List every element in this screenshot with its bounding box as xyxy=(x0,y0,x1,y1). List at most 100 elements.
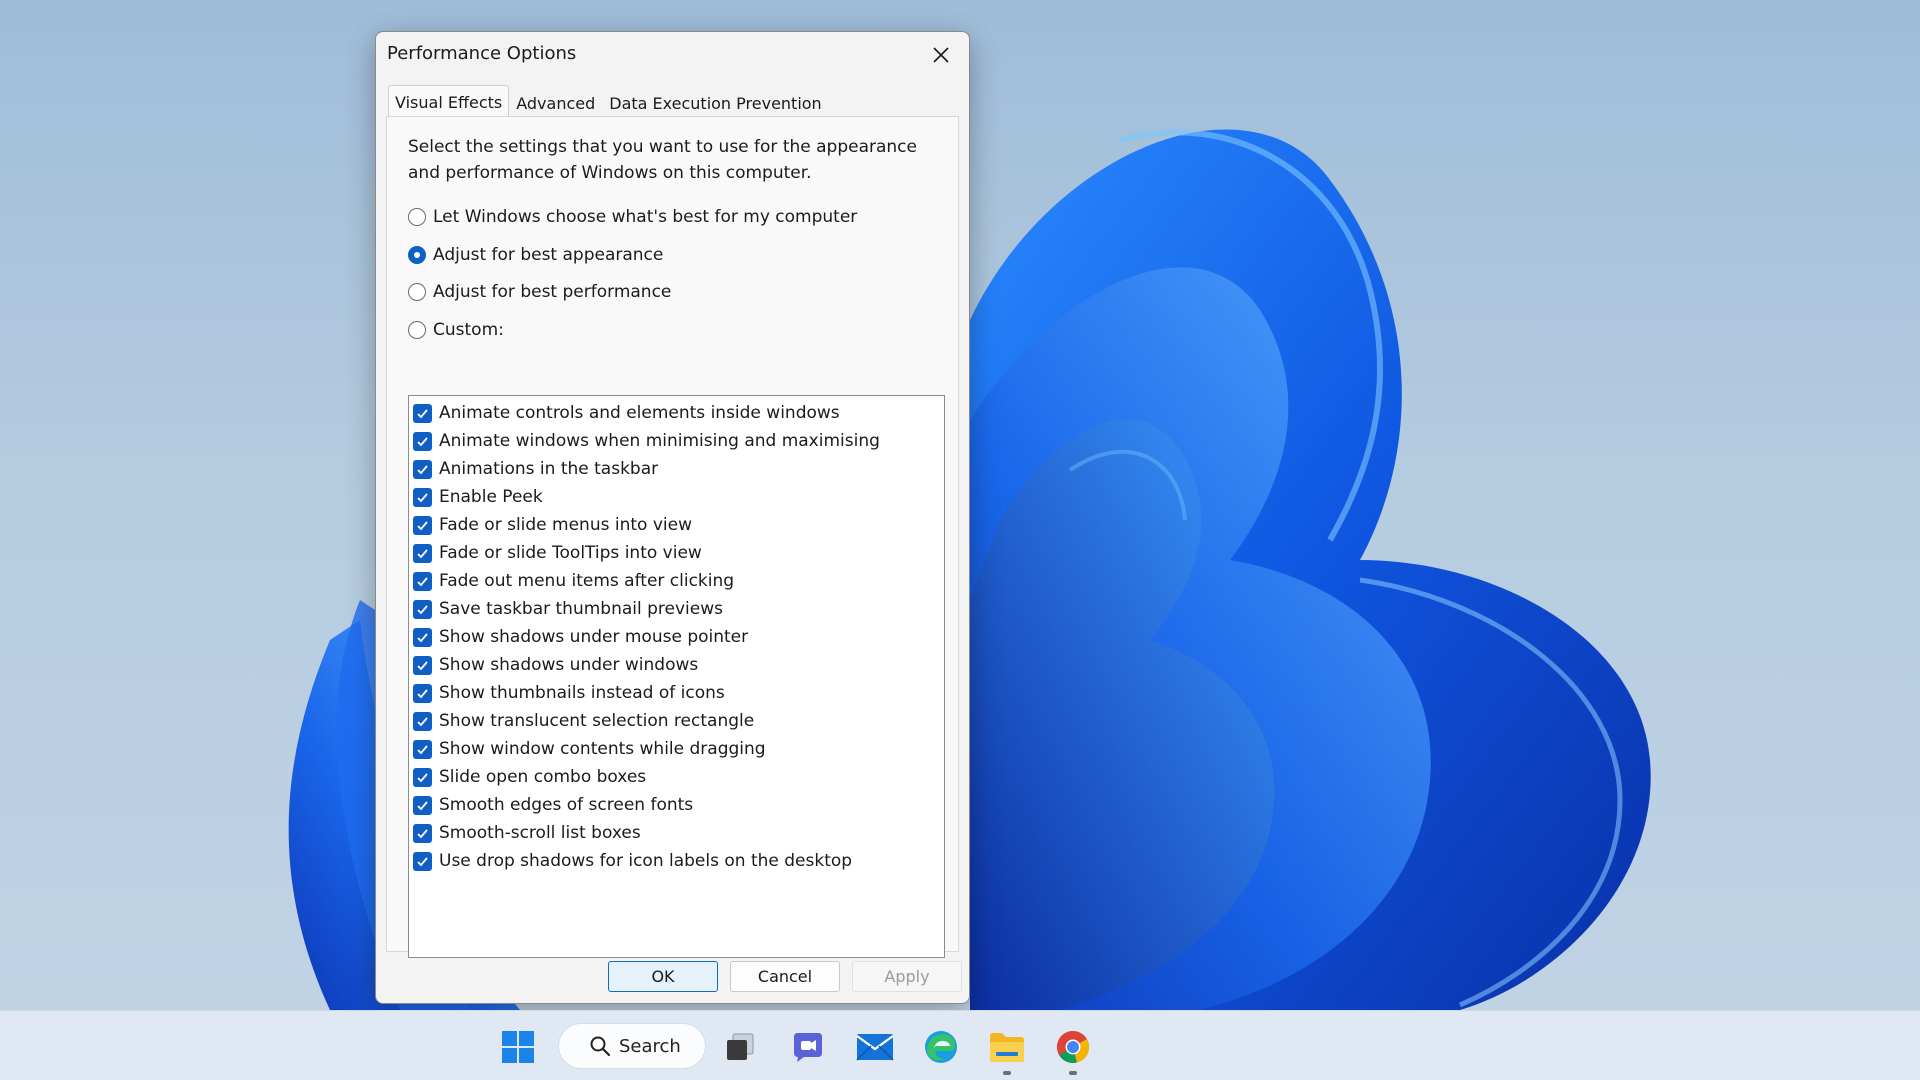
checkbox-checked[interactable] xyxy=(413,655,432,675)
checkmark-icon xyxy=(417,576,428,586)
radio-custom[interactable]: Custom: xyxy=(408,320,504,340)
effect-checkbox-row[interactable]: Show translucent selection rectangle xyxy=(413,707,938,735)
effect-checkbox-row[interactable]: Animations in the taskbar xyxy=(413,455,938,483)
running-indicator xyxy=(1069,1071,1077,1075)
checkmark-icon xyxy=(417,604,428,614)
edge-icon xyxy=(925,1031,957,1063)
effect-checkbox-row[interactable]: Animate windows when minimising and maxi… xyxy=(413,427,938,455)
radio-best-performance[interactable]: Adjust for best performance xyxy=(408,282,671,302)
effects-list-items: Animate controls and elements inside win… xyxy=(413,399,938,875)
effect-label: Show translucent selection rectangle xyxy=(439,711,755,731)
search-icon xyxy=(590,1036,611,1057)
checkbox-checked[interactable] xyxy=(413,431,432,451)
effect-checkbox-row[interactable]: Enable Peek xyxy=(413,483,938,511)
taskbar: Search xyxy=(0,1010,1920,1080)
close-button[interactable] xyxy=(921,38,961,72)
effect-checkbox-row[interactable]: Save taskbar thumbnail previews xyxy=(413,595,938,623)
tab-visual-effects[interactable]: Visual Effects xyxy=(388,85,510,117)
visual-effects-list[interactable]: Animate controls and elements inside win… xyxy=(408,395,945,958)
effect-checkbox-row[interactable]: Animate controls and elements inside win… xyxy=(413,399,938,427)
effect-checkbox-row[interactable]: Show window contents while dragging xyxy=(413,735,938,763)
effect-label: Use drop shadows for icon labels on the … xyxy=(439,851,853,871)
start-button[interactable] xyxy=(496,1025,540,1069)
checkbox-checked[interactable] xyxy=(413,571,432,591)
running-indicator xyxy=(1003,1071,1011,1075)
checkbox-checked[interactable] xyxy=(413,739,432,759)
radio-label: Adjust for best performance xyxy=(433,282,672,302)
checkbox-checked[interactable] xyxy=(413,599,432,619)
checkmark-icon xyxy=(417,688,428,698)
checkbox-checked[interactable] xyxy=(413,543,432,563)
ok-button[interactable]: OK xyxy=(608,961,718,992)
search-label: Search xyxy=(619,1035,681,1057)
checkbox-checked[interactable] xyxy=(413,403,432,423)
checkmark-icon xyxy=(417,856,428,866)
checkbox-checked[interactable] xyxy=(413,487,432,507)
effect-label: Slide open combo boxes xyxy=(439,767,647,787)
edge-button[interactable] xyxy=(919,1025,963,1069)
apply-button[interactable]: Apply xyxy=(852,961,962,992)
mail-button[interactable] xyxy=(853,1025,897,1069)
checkbox-checked[interactable] xyxy=(413,459,432,479)
effect-checkbox-row[interactable]: Fade or slide ToolTips into view xyxy=(413,539,938,567)
effect-label: Enable Peek xyxy=(439,487,543,507)
checkbox-checked[interactable] xyxy=(413,823,432,843)
title-bar[interactable]: Performance Options xyxy=(376,32,969,76)
checkmark-icon xyxy=(417,520,428,530)
file-explorer-icon xyxy=(990,1033,1024,1062)
task-view-icon xyxy=(727,1033,754,1060)
checkmark-icon xyxy=(417,716,428,726)
radio-button-selected[interactable] xyxy=(408,246,426,264)
effect-label: Show shadows under mouse pointer xyxy=(439,627,749,647)
cancel-button[interactable]: Cancel xyxy=(730,961,840,992)
tab-data-execution-prevention[interactable]: Data Execution Prevention xyxy=(602,87,828,117)
checkbox-checked[interactable] xyxy=(413,795,432,815)
effect-checkbox-row[interactable]: Smooth edges of screen fonts xyxy=(413,791,938,819)
effect-checkbox-row[interactable]: Show shadows under mouse pointer xyxy=(413,623,938,651)
checkbox-checked[interactable] xyxy=(413,851,432,871)
checkmark-icon xyxy=(417,800,428,810)
dialog-title: Performance Options xyxy=(387,43,577,64)
checkmark-icon xyxy=(417,828,428,838)
tab-advanced[interactable]: Advanced xyxy=(509,87,602,117)
start-icon xyxy=(502,1031,534,1063)
checkbox-checked[interactable] xyxy=(413,515,432,535)
checkbox-checked[interactable] xyxy=(413,711,432,731)
effect-label: Show shadows under windows xyxy=(439,655,699,675)
checkbox-checked[interactable] xyxy=(413,627,432,647)
effect-label: Fade out menu items after clicking xyxy=(439,571,735,591)
checkmark-icon xyxy=(417,492,428,502)
effect-label: Save taskbar thumbnail previews xyxy=(439,599,723,619)
checkbox-checked[interactable] xyxy=(413,767,432,787)
effect-checkbox-row[interactable]: Use drop shadows for icon labels on the … xyxy=(413,847,938,875)
visual-effects-panel: Select the settings that you want to use… xyxy=(386,116,959,958)
task-view-button[interactable] xyxy=(718,1025,762,1069)
checkmark-icon xyxy=(417,436,428,446)
chat-button[interactable] xyxy=(786,1025,830,1069)
radio-button[interactable] xyxy=(408,283,426,301)
radio-button[interactable] xyxy=(408,208,426,226)
effect-checkbox-row[interactable]: Show thumbnails instead of icons xyxy=(413,679,938,707)
radio-let-windows-choose[interactable]: Let Windows choose what's best for my co… xyxy=(408,207,857,227)
effect-label: Animations in the taskbar xyxy=(439,459,659,479)
effect-checkbox-row[interactable]: Fade or slide menus into view xyxy=(413,511,938,539)
effect-checkbox-row[interactable]: Slide open combo boxes xyxy=(413,763,938,791)
radio-best-appearance[interactable]: Adjust for best appearance xyxy=(408,245,663,265)
file-explorer-button[interactable] xyxy=(985,1025,1029,1069)
checkmark-icon xyxy=(417,660,428,670)
radio-label: Let Windows choose what's best for my co… xyxy=(433,207,858,227)
effect-label: Show window contents while dragging xyxy=(439,739,766,759)
effect-checkbox-row[interactable]: Fade out menu items after clicking xyxy=(413,567,938,595)
chrome-button[interactable] xyxy=(1051,1025,1095,1069)
effect-checkbox-row[interactable]: Smooth-scroll list boxes xyxy=(413,819,938,847)
radio-button[interactable] xyxy=(408,321,426,339)
effect-label: Animate windows when minimising and maxi… xyxy=(439,431,880,451)
effect-checkbox-row[interactable]: Show shadows under windows xyxy=(413,651,938,679)
checkbox-checked[interactable] xyxy=(413,683,432,703)
effect-label: Smooth-scroll list boxes xyxy=(439,823,641,843)
taskbar-search-box[interactable]: Search xyxy=(559,1024,705,1068)
mail-icon xyxy=(856,1034,894,1061)
checkmark-icon xyxy=(417,772,428,782)
checkmark-icon xyxy=(417,632,428,642)
chat-icon xyxy=(794,1033,822,1062)
